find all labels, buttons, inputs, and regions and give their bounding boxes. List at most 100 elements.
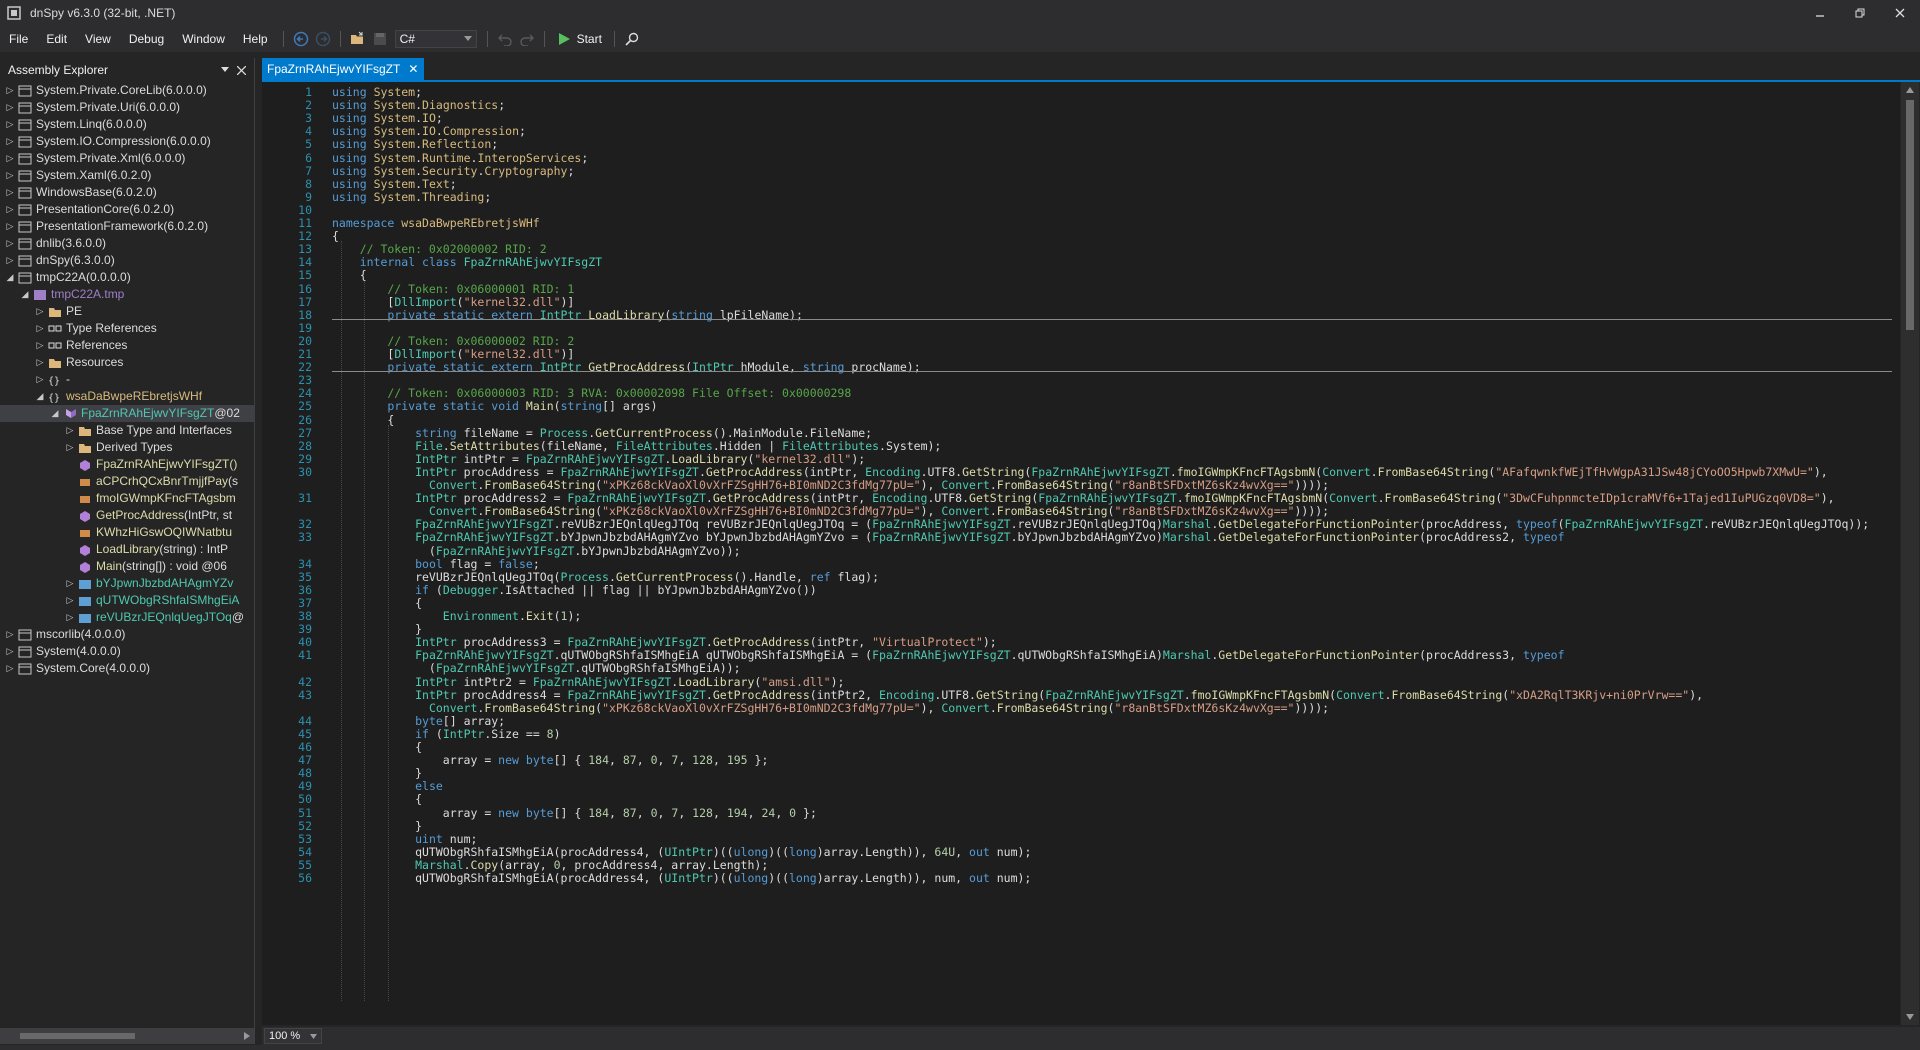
collapsed-chevron-icon[interactable]: ▷ xyxy=(64,439,76,456)
tree-node[interactable]: ◢ tmpC22A.tmp xyxy=(0,286,254,303)
collapsed-chevron-icon[interactable]: ▷ xyxy=(4,99,16,116)
expanded-chevron-icon[interactable]: ◢ xyxy=(19,286,31,303)
tree-node[interactable]: ▷ mscorlib (4.0.0.0) xyxy=(0,626,254,643)
close-panel-icon[interactable] xyxy=(237,65,246,75)
scroll-right-icon[interactable] xyxy=(244,1032,250,1040)
collapsed-chevron-icon[interactable]: ▷ xyxy=(64,575,76,592)
zoom-selector[interactable]: 100 % xyxy=(264,1028,322,1044)
menu-window[interactable]: Window xyxy=(173,26,234,52)
collapsed-chevron-icon[interactable]: ▷ xyxy=(4,201,16,218)
open-button[interactable] xyxy=(347,28,369,50)
collapsed-chevron-icon[interactable]: ▷ xyxy=(4,116,16,133)
tree-node[interactable]: ▷ PE xyxy=(0,303,254,320)
tree-node[interactable]: KWhzHiGswOQIWNatbtu xyxy=(0,524,254,541)
tree-node[interactable]: ▷ WindowsBase (6.0.2.0) xyxy=(0,184,254,201)
collapsed-chevron-icon[interactable]: ▷ xyxy=(64,609,76,626)
collapsed-chevron-icon[interactable]: ▷ xyxy=(64,592,76,609)
tree-node[interactable]: ▷ System.Linq (6.0.0.0) xyxy=(0,116,254,133)
tree-node[interactable]: ▷ bYJpwnJbzbdAHAgmYZv xyxy=(0,575,254,592)
redo-icon xyxy=(519,34,534,46)
tree-node[interactable]: FpaZrnRAhEjwvYIFsgZT() xyxy=(0,456,254,473)
tree-node[interactable]: ▷ Resources xyxy=(0,354,254,371)
tree-node[interactable]: ▷ System.Xaml (6.0.2.0) xyxy=(0,167,254,184)
tree-node[interactable]: ▷{} - xyxy=(0,371,254,388)
start-debugging-button[interactable]: Start xyxy=(551,32,608,46)
collapsed-chevron-icon[interactable]: ▷ xyxy=(34,337,46,354)
tree-node[interactable]: ▷ Derived Types xyxy=(0,439,254,456)
tree-node[interactable]: ▷ System (4.0.0.0) xyxy=(0,643,254,660)
menu-file[interactable]: File xyxy=(0,26,37,52)
minimize-button[interactable] xyxy=(1800,0,1840,26)
tree-node[interactable]: ▷ System.Private.Xml (6.0.0.0) xyxy=(0,150,254,167)
asm-icon xyxy=(18,255,32,266)
navigate-forward-button[interactable] xyxy=(312,28,334,50)
collapsed-chevron-icon[interactable]: ▷ xyxy=(34,371,46,388)
tree-node[interactable]: ▷ PresentationCore (6.0.2.0) xyxy=(0,201,254,218)
collapsed-chevron-icon[interactable]: ▷ xyxy=(34,320,46,337)
save-button[interactable] xyxy=(369,28,391,50)
editor-vertical-scrollbar[interactable] xyxy=(1901,82,1919,1025)
undo-button[interactable] xyxy=(494,28,516,50)
navigate-back-button[interactable] xyxy=(290,28,312,50)
tree-node[interactable]: ▷ dnSpy (6.3.0.0) xyxy=(0,252,254,269)
menu-debug[interactable]: Debug xyxy=(120,26,173,52)
tree-node[interactable]: Main (string[]) : void @06 xyxy=(0,558,254,575)
scroll-up-icon[interactable] xyxy=(1906,87,1914,93)
collapsed-chevron-icon[interactable]: ▷ xyxy=(4,184,16,201)
tree-node[interactable]: ▷ Base Type and Interfaces xyxy=(0,422,254,439)
toolbar-separator xyxy=(282,31,284,47)
menu-help[interactable]: Help xyxy=(234,26,277,52)
collapsed-chevron-icon[interactable]: ▷ xyxy=(4,235,16,252)
tree-node[interactable]: ◢{} wsaDaBwpeREbretjsWHf xyxy=(0,388,254,405)
tree-node[interactable]: GetProcAddress (IntPtr, st xyxy=(0,507,254,524)
redo-button[interactable] xyxy=(516,28,538,50)
search-button[interactable] xyxy=(621,28,643,50)
explorer-horizontal-scrollbar[interactable] xyxy=(0,1028,254,1044)
panel-menu-icon[interactable] xyxy=(221,67,229,73)
code-editor[interactable]: 1 using System; 2 using System.Diagnostics;… xyxy=(262,82,1900,1025)
scroll-down-icon[interactable] xyxy=(1906,1014,1914,1020)
collapsed-chevron-icon[interactable]: ▷ xyxy=(4,167,16,184)
tree-node[interactable]: ▷ qUTWObgRShfaISMhgEiA xyxy=(0,592,254,609)
collapsed-chevron-icon[interactable]: ▷ xyxy=(4,82,16,99)
tree-node[interactable]: ▷ System.Core (4.0.0.0) xyxy=(0,660,254,677)
tree-node[interactable]: fmoIGWmpKFncFTAgsbm xyxy=(0,490,254,507)
menu-view[interactable]: View xyxy=(76,26,120,52)
collapsed-chevron-icon[interactable]: ▷ xyxy=(4,643,16,660)
tree-node[interactable]: ▷ System.IO.Compression (6.0.0.0) xyxy=(0,133,254,150)
tree-node[interactable]: ▷ dnlib (3.6.0.0) xyxy=(0,235,254,252)
fld-icon xyxy=(80,529,90,537)
collapsed-chevron-icon[interactable]: ▷ xyxy=(64,422,76,439)
close-tab-icon[interactable]: ✕ xyxy=(408,62,418,76)
tree-node[interactable]: ◢ tmpC22A (0.0.0.0) xyxy=(0,269,254,286)
collapsed-chevron-icon[interactable]: ▷ xyxy=(4,218,16,235)
scrollbar-thumb[interactable] xyxy=(20,1033,135,1039)
tree-node[interactable]: ▷ System.Private.CoreLib (6.0.0.0) xyxy=(0,82,254,99)
expanded-chevron-icon[interactable]: ◢ xyxy=(49,405,61,422)
expanded-chevron-icon[interactable]: ◢ xyxy=(4,269,16,286)
tree-node[interactable]: aCPCrhQCxBnrTmjjfPay (s xyxy=(0,473,254,490)
tree-node[interactable]: LoadLibrary (string) : IntP xyxy=(0,541,254,558)
collapsed-chevron-icon[interactable]: ▷ xyxy=(34,354,46,371)
collapsed-chevron-icon[interactable]: ▷ xyxy=(4,626,16,643)
tree-node[interactable]: ◢ FpaZrnRAhEjwvYIFsgZT @02 xyxy=(0,405,254,422)
close-window-button[interactable] xyxy=(1880,0,1920,26)
restore-button[interactable] xyxy=(1840,0,1880,26)
toolbar-separator xyxy=(613,31,615,47)
collapsed-chevron-icon[interactable]: ▷ xyxy=(4,133,16,150)
collapsed-chevron-icon[interactable]: ▷ xyxy=(4,252,16,269)
tab-fpazrnrahejwvyifsgzt[interactable]: FpaZrnRAhEjwvYIFsgZT ✕ xyxy=(262,58,425,80)
collapsed-chevron-icon[interactable]: ▷ xyxy=(4,150,16,167)
expanded-chevron-icon[interactable]: ◢ xyxy=(34,388,46,405)
line-number: 56 xyxy=(298,871,312,885)
scrollbar-thumb[interactable] xyxy=(1906,100,1914,330)
language-selector[interactable]: C# xyxy=(394,30,477,48)
tree-node[interactable]: ▷ References xyxy=(0,337,254,354)
menu-edit[interactable]: Edit xyxy=(37,26,76,52)
tree-node[interactable]: ▷ reVUBzrJEQnlqUegJTOq @ xyxy=(0,609,254,626)
tree-node[interactable]: ▷ PresentationFramework (6.0.2.0) xyxy=(0,218,254,235)
collapsed-chevron-icon[interactable]: ▷ xyxy=(4,660,16,677)
tree-node[interactable]: ▷ System.Private.Uri (6.0.0.0) xyxy=(0,99,254,116)
tree-node[interactable]: ▷ Type References xyxy=(0,320,254,337)
collapsed-chevron-icon[interactable]: ▷ xyxy=(34,303,46,320)
